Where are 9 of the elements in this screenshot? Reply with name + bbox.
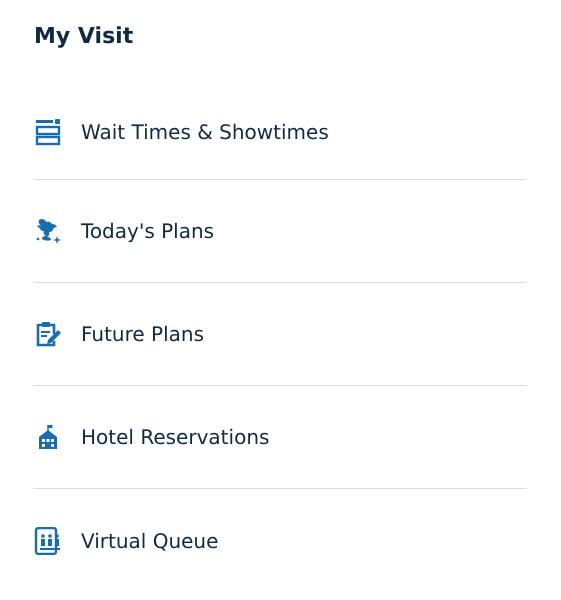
menu-item[interactable]: Wait Times & Showtimes: [81, 119, 329, 145]
list-icon: [34, 118, 62, 146]
section-title: My Visit: [34, 23, 134, 51]
phone-queue-icon: [34, 526, 62, 554]
clipboard-icon: [34, 320, 62, 348]
menu-item[interactable]: Future Plans: [81, 321, 204, 347]
menu-item[interactable]: Hotel Reservations: [81, 424, 270, 450]
menu-item[interactable]: Virtual Queue: [81, 528, 218, 554]
menu-item[interactable]: Today's Plans: [81, 218, 214, 244]
